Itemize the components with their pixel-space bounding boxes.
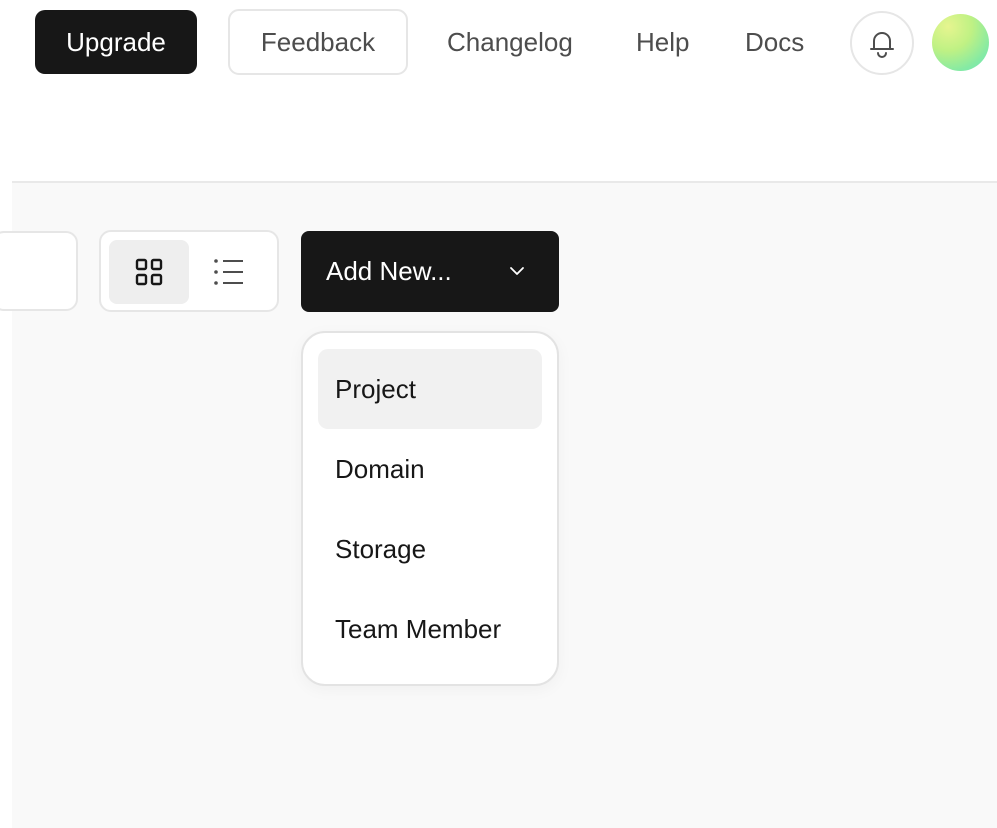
bell-icon [870, 32, 894, 58]
add-new-label: Add New... [326, 256, 452, 286]
page: Upgrade Feedback Changelog Help Docs Add… [0, 0, 997, 828]
chevron-down-icon [510, 267, 524, 275]
list-view-button[interactable] [189, 240, 269, 304]
search-input[interactable] [0, 231, 78, 311]
feedback-button[interactable]: Feedback [228, 9, 408, 75]
nav-link-changelog[interactable]: Changelog [447, 22, 573, 62]
view-toggle [99, 230, 279, 312]
add-new-dropdown-menu: Project Domain Storage Team Member [301, 331, 559, 686]
add-new-button[interactable]: Add New... [301, 231, 559, 312]
list-icon [214, 259, 243, 285]
top-header: Upgrade Feedback Changelog Help Docs [0, 0, 997, 180]
notifications-button[interactable] [850, 11, 914, 75]
nav-link-help[interactable]: Help [636, 22, 689, 62]
menu-item-storage[interactable]: Storage [318, 509, 542, 589]
avatar[interactable] [932, 14, 989, 71]
menu-item-team-member[interactable]: Team Member [318, 589, 542, 669]
main-content: Add New... Project Domain Storage Team M… [0, 181, 997, 828]
grid-icon [135, 258, 163, 286]
grid-view-button[interactable] [109, 240, 189, 304]
menu-item-domain[interactable]: Domain [318, 429, 542, 509]
nav-link-docs[interactable]: Docs [745, 22, 804, 62]
upgrade-button[interactable]: Upgrade [35, 10, 197, 74]
menu-item-project[interactable]: Project [318, 349, 542, 429]
